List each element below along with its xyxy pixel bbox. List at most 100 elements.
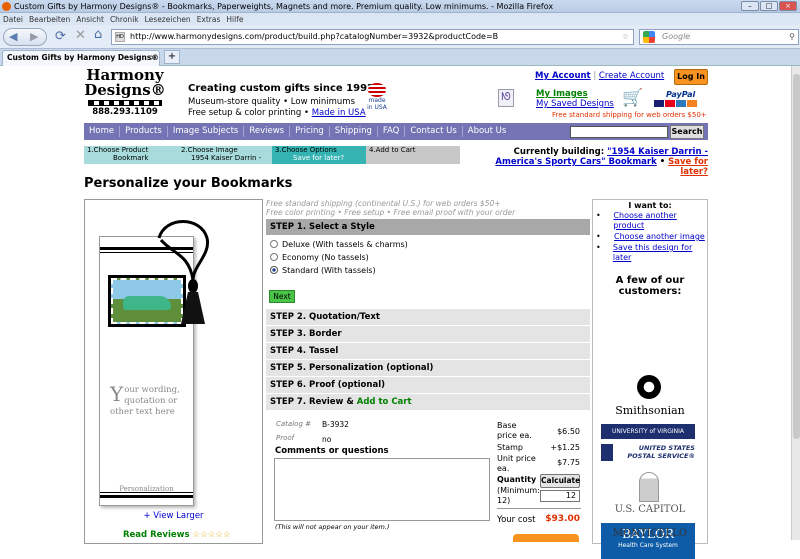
progress-step-4[interactable]: 4.Add to Cart: [366, 146, 460, 164]
bullet: •: [659, 157, 666, 167]
style-options: Deluxe (With tassels & charms) Economy (…: [270, 238, 408, 277]
menu-chronik[interactable]: Chronik: [110, 15, 139, 24]
tab-active[interactable]: Custom Gifts by Harmony Designs® - ... ×: [2, 50, 160, 66]
progress-step-1-title: 1.Choose Product: [87, 146, 149, 154]
border-line: [100, 495, 193, 498]
customer-usps: UNITED STATES POSTAL SERVICE®: [601, 444, 695, 461]
bookmark-star-icon[interactable]: ☆: [622, 30, 629, 44]
search-icon[interactable]: ⚲: [789, 30, 795, 44]
progress-step-1[interactable]: 1.Choose Product Bookmark: [84, 146, 178, 164]
nav-pricing[interactable]: Pricing: [290, 126, 330, 137]
home-icon[interactable]: ⌂: [94, 27, 102, 42]
radio-economy[interactable]: [270, 253, 278, 261]
nav-shipping[interactable]: Shipping: [330, 126, 378, 137]
my-account-link[interactable]: My Account: [535, 71, 591, 81]
sunburst-icon: [637, 375, 661, 399]
step-7-header[interactable]: STEP 7. Review & Add to Cart: [266, 394, 590, 411]
stop-icon[interactable]: ✕: [75, 28, 86, 43]
maximize-button[interactable]: □: [760, 1, 778, 11]
site-search-button[interactable]: Search: [670, 125, 704, 139]
menu-extras[interactable]: Extras: [197, 15, 221, 24]
radio-standard-selected[interactable]: [270, 266, 278, 274]
nav-about-us[interactable]: About Us: [463, 126, 511, 137]
back-forward-button[interactable]: ◀ ▶: [3, 28, 47, 46]
search-box[interactable]: Google ⚲: [639, 29, 799, 45]
tab-bar: Custom Gifts by Harmony Designs® - ... ×…: [0, 49, 800, 66]
rating-stars: ☆☆☆☆☆: [192, 530, 231, 540]
payment-cards: [654, 100, 697, 107]
choose-another-product-link[interactable]: Choose another product: [613, 211, 707, 231]
bullet: •: [596, 232, 601, 241]
reload-icon[interactable]: ⟳: [55, 29, 66, 44]
option-deluxe[interactable]: Deluxe (With tassels & charms): [270, 238, 408, 251]
login-button[interactable]: Log In: [674, 69, 708, 85]
menu-ansicht[interactable]: Ansicht: [76, 15, 104, 24]
close-button[interactable]: ×: [779, 1, 797, 11]
step-3-header[interactable]: STEP 3. Border: [266, 326, 590, 343]
step-6-header[interactable]: STEP 6. Proof (optional): [266, 377, 590, 394]
my-saved-designs-link[interactable]: My Saved Designs: [536, 99, 614, 109]
menu-datei[interactable]: Datei: [3, 15, 23, 24]
progress-step-3[interactable]: 3.Choose Options Save for later?: [272, 146, 366, 164]
nav-reviews[interactable]: Reviews: [244, 126, 291, 137]
quantity-input[interactable]: 12: [540, 490, 580, 502]
phone-number: 888.293.1109: [92, 107, 158, 117]
save-design-link[interactable]: Save this design for later: [613, 243, 707, 263]
shipping-info-line2: Free color printing • Free setup • Free …: [266, 208, 516, 217]
minimize-button[interactable]: –: [741, 1, 759, 11]
logo[interactable]: Harmony Designs® 888.293.1109: [84, 68, 166, 120]
radio-deluxe[interactable]: [270, 240, 278, 248]
menu-lesezeichen[interactable]: Lesezeichen: [145, 15, 191, 24]
nav-home[interactable]: Home: [84, 126, 121, 137]
made-in-usa-link[interactable]: Made in USA: [312, 108, 366, 118]
want-to-title: I want to:: [628, 201, 672, 210]
customer-uva: UNIVERSITY of VIRGINIA: [601, 424, 695, 439]
my-images-link[interactable]: My Images: [536, 89, 588, 99]
create-account-link[interactable]: Create Account: [599, 71, 664, 81]
your-cost-value: $93.00: [545, 514, 580, 524]
address-bar[interactable]: HD http://www.harmonydesigns.com/product…: [111, 29, 634, 45]
step-2-header[interactable]: STEP 2. Quotation/Text: [266, 309, 590, 326]
menu-bearbeiten[interactable]: Bearbeiten: [29, 15, 70, 24]
next-button[interactable]: Next: [269, 290, 295, 303]
comments-textarea[interactable]: [274, 458, 490, 521]
progress-step-3-value: Save for later?: [293, 154, 345, 162]
progress-step-2[interactable]: 2.Choose Image 1954 Kaiser Darrin -: [178, 146, 272, 164]
search-placeholder: Google: [662, 32, 691, 41]
scrollbar-thumb[interactable]: [793, 74, 800, 439]
tab-close-icon[interactable]: ×: [150, 51, 156, 65]
option-standard[interactable]: Standard (With tassels): [270, 264, 408, 277]
bullet: •: [596, 243, 601, 252]
step-1-header[interactable]: STEP 1. Select a Style: [266, 219, 590, 236]
nav-faq[interactable]: FAQ: [378, 126, 406, 137]
progress-step-2-value: 1954 Kaiser Darrin -: [191, 154, 262, 162]
step-4-header[interactable]: STEP 4. Tassel: [266, 343, 590, 360]
badge-line1: made: [368, 97, 386, 104]
new-tab-button[interactable]: +: [164, 50, 180, 64]
nav-image-subjects[interactable]: Image Subjects: [168, 126, 245, 137]
preview-panel: Your wording, quotation or other text he…: [84, 199, 263, 544]
view-larger-link[interactable]: + View Larger: [85, 511, 262, 521]
add-to-cart-button[interactable]: [513, 534, 579, 542]
step-5-header[interactable]: STEP 5. Personalization (optional): [266, 360, 590, 377]
calculate-button[interactable]: Calculate: [540, 474, 580, 488]
tagline: Creating custom gifts since 1992: [188, 83, 374, 94]
option-economy[interactable]: Economy (No tassels): [270, 251, 408, 264]
currently-building-label: Currently building:: [513, 147, 605, 157]
read-reviews-link[interactable]: Read Reviews: [123, 530, 190, 540]
nav-products[interactable]: Products: [120, 126, 168, 137]
forward-arrow-icon: ▶: [30, 30, 39, 43]
site-search-input[interactable]: [570, 126, 668, 138]
catalog-label: Catalog #: [276, 420, 311, 428]
page-scrollbar[interactable]: [791, 66, 800, 540]
nav-contact-us[interactable]: Contact Us: [405, 126, 463, 137]
back-arrow-icon: ◀: [9, 30, 18, 43]
account-links: My Account | Create Account: [535, 71, 664, 81]
progress-step-4-title: 4.Add to Cart: [369, 146, 416, 154]
window-titlebar: Custom Gifts by Harmony Designs® - Bookm…: [0, 0, 800, 13]
save-later-link[interactable]: Save for later?: [668, 157, 708, 177]
choose-another-image-link[interactable]: Choose another image: [614, 232, 705, 242]
menu-hilfe[interactable]: Hilfe: [226, 15, 243, 24]
shopping-cart-icon[interactable]: 🛒: [622, 88, 650, 110]
reviews-row: Read Reviews ☆☆☆☆☆: [123, 530, 231, 540]
